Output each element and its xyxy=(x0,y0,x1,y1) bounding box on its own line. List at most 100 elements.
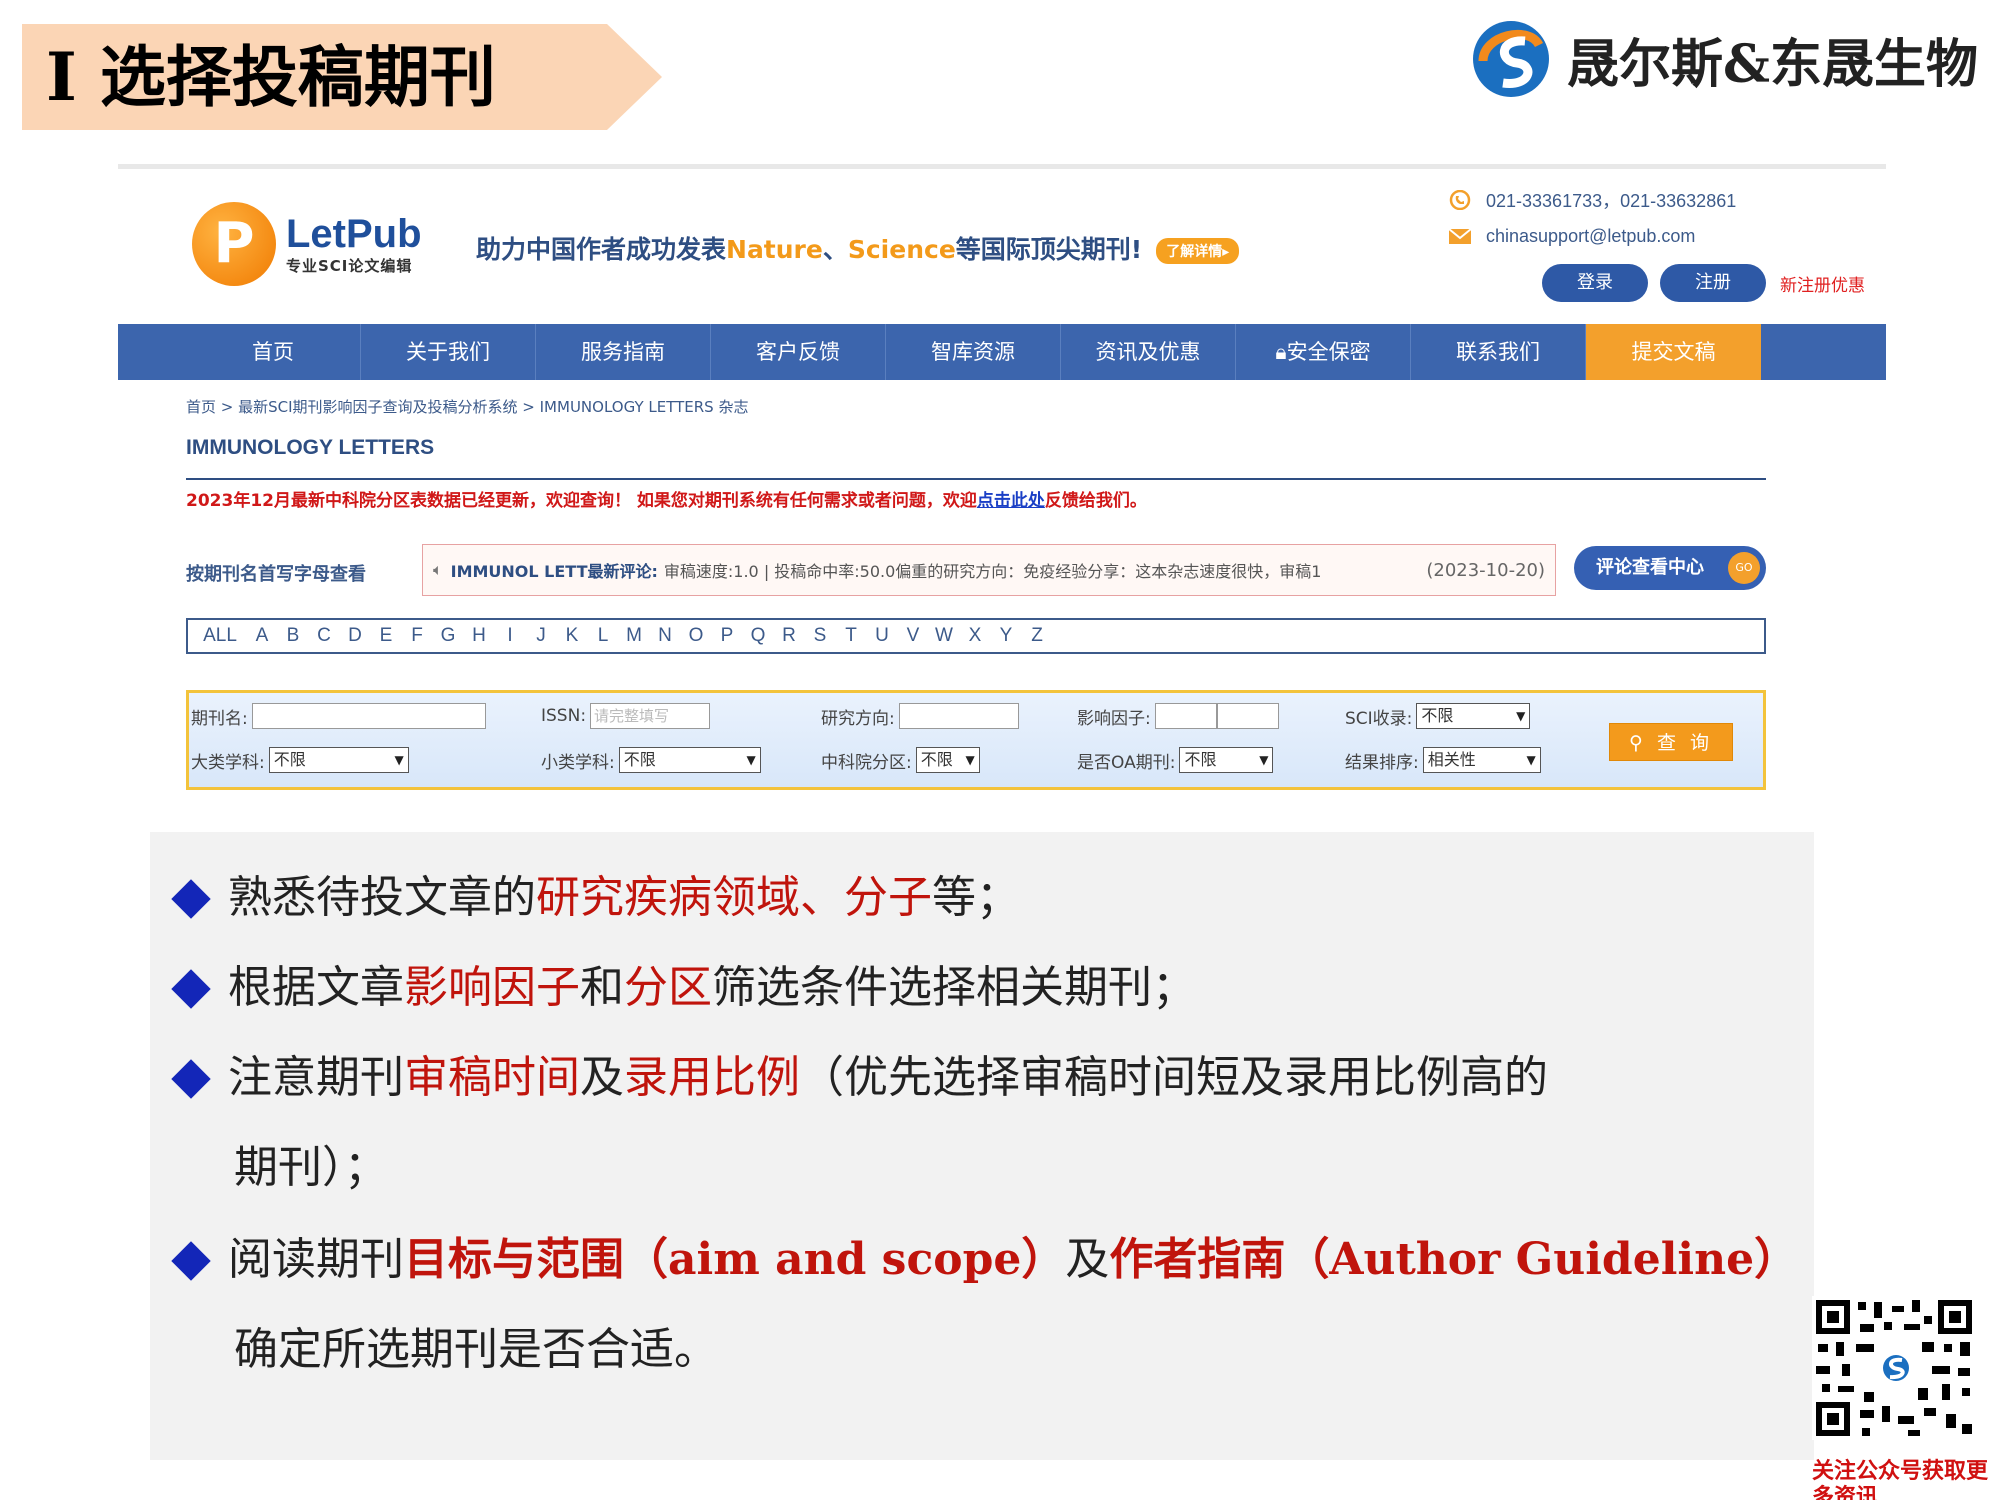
nav-feedback[interactable]: 客户反馈 xyxy=(711,324,886,380)
letpub-logo[interactable]: P LetPub 专业SCI论文编辑 xyxy=(192,202,422,286)
search-button-label: 查 询 xyxy=(1656,732,1713,754)
minor-subject-label: 小类学科: xyxy=(541,752,615,773)
letter-f[interactable]: F xyxy=(406,625,428,647)
alphabet-filter: ALL A B C D E F G H I J K L M N O P Q R … xyxy=(186,618,1766,654)
major-subject-field: 大类学科: 不限 ▼ xyxy=(191,747,409,773)
letter-m[interactable]: M xyxy=(623,625,645,647)
bullet-4-continuation: 确定所选期刊是否合适。 xyxy=(234,1324,718,1375)
research-field: 研究方向: xyxy=(821,703,1019,729)
sort-field: 结果排序: 相关性 ▼ xyxy=(1345,747,1541,773)
letter-i[interactable]: I xyxy=(499,625,521,647)
main-nav: 首页 关于我们 服务指南 客户反馈 智库资源 资讯及优惠 🔒︎安全保密 联系我们… xyxy=(118,324,1886,380)
letter-all[interactable]: ALL xyxy=(198,625,242,647)
notice-part2: 反馈给我们。 xyxy=(1044,491,1147,511)
bullet-4-text-c: 及 xyxy=(1065,1234,1110,1285)
issn-input[interactable]: 请完整填写 xyxy=(590,703,711,729)
register-button[interactable]: 注册 xyxy=(1660,264,1766,302)
chevron-down-icon: ▼ xyxy=(1259,753,1269,767)
slogan-science: Science xyxy=(847,235,956,264)
brand-logo-icon xyxy=(1473,21,1550,97)
update-notice: 2023年12月最新中科院分区表数据已经更新，欢迎查询！ 如果您对期刊系统有任何… xyxy=(186,486,1147,511)
letter-j[interactable]: J xyxy=(530,625,552,647)
notice-feedback-link[interactable]: 点击此处 xyxy=(977,491,1045,511)
nav-home[interactable]: 首页 xyxy=(186,324,361,380)
journal-search-form: 期刊名: ISSN: 请完整填写 研究方向: 影响因子: SCI收录: 不限 ▼ … xyxy=(186,690,1766,790)
letter-q[interactable]: Q xyxy=(747,625,769,647)
letter-t[interactable]: T xyxy=(840,625,862,647)
letter-d[interactable]: D xyxy=(344,625,366,647)
nav-submit[interactable]: 提交文稿 xyxy=(1586,324,1761,380)
sci-select-value: 不限 xyxy=(1421,706,1454,725)
bullet-3-highlight-ratio: 录用比例 xyxy=(624,1052,800,1103)
journal-title: IMMUNOLOGY LETTERS xyxy=(186,436,435,459)
qr-caption: 关注公众号获取更多资讯 xyxy=(1812,1458,1989,1500)
letter-u[interactable]: U xyxy=(871,625,893,647)
breadcrumb[interactable]: 首页 > 最新SCI期刊影响因子查询及投稿分析系统 > IMMUNOLOGY L… xyxy=(186,396,748,417)
contact-phone: 021-33361733，021-33632861 xyxy=(1486,191,1737,211)
nav-contact[interactable]: 联系我们 xyxy=(1411,324,1586,380)
nav-security[interactable]: 🔒︎安全保密 xyxy=(1236,324,1411,380)
letter-h[interactable]: H xyxy=(468,625,490,647)
bullet-1-text-c: 等； xyxy=(932,872,1020,923)
letter-n[interactable]: N xyxy=(654,625,676,647)
letter-z[interactable]: Z xyxy=(1026,625,1048,647)
nav-security-label: 安全保密 xyxy=(1286,340,1371,364)
impact-factor-label: 影响因子: xyxy=(1077,708,1151,729)
chevron-down-icon: ▼ xyxy=(746,753,756,767)
nav-services[interactable]: 服务指南 xyxy=(536,324,711,380)
journal-name-input[interactable] xyxy=(251,703,486,729)
oa-select[interactable]: 不限 ▼ xyxy=(1179,747,1274,773)
letter-w[interactable]: W xyxy=(933,625,955,647)
letter-y[interactable]: Y xyxy=(995,625,1017,647)
search-icon: ⚲ xyxy=(1628,732,1647,754)
letter-a[interactable]: A xyxy=(251,625,273,647)
qr-code-icon[interactable] xyxy=(1812,1296,1976,1440)
sort-select[interactable]: 相关性 ▼ xyxy=(1422,747,1541,773)
letter-e[interactable]: E xyxy=(375,625,397,647)
chevron-down-icon: ▼ xyxy=(965,753,975,767)
contact-email[interactable]: chinasupport@letpub.com xyxy=(1486,226,1695,247)
go-badge: GO xyxy=(1728,552,1760,584)
issn-label: ISSN: xyxy=(541,706,587,726)
letter-v[interactable]: V xyxy=(902,625,924,647)
letter-l[interactable]: L xyxy=(592,625,614,647)
nav-news[interactable]: 资讯及优惠 xyxy=(1061,324,1236,380)
speaker-icon: 🔈︎ xyxy=(433,560,443,579)
bullet-2-text-e: 筛选条件选择相关期刊； xyxy=(712,962,1196,1013)
bullet-3-continuation: 期刊）； xyxy=(234,1142,388,1193)
latest-review-ticker[interactable]: 🔈︎ IMMUNOL LETT最新评论: 审稿速度:1.0 | 投稿命中率:50… xyxy=(422,544,1556,596)
letter-s[interactable]: S xyxy=(809,625,831,647)
letter-k[interactable]: K xyxy=(561,625,583,647)
nav-about[interactable]: 关于我们 xyxy=(361,324,536,380)
minor-subject-select[interactable]: 不限 ▼ xyxy=(618,747,761,773)
letpub-screenshot: P LetPub 专业SCI论文编辑 助力中国作者成功发表Nature、Scie… xyxy=(118,160,1886,800)
letter-x[interactable]: X xyxy=(964,625,986,647)
sort-label: 结果排序: xyxy=(1345,752,1419,773)
letter-r[interactable]: R xyxy=(778,625,800,647)
letpub-logo-name: LetPub xyxy=(286,211,422,256)
major-subject-select[interactable]: 不限 ▼ xyxy=(268,747,409,773)
bullet-4-highlight-guide: 作者指南（Author Guideline） xyxy=(1109,1234,1799,1285)
sci-label: SCI收录: xyxy=(1345,708,1413,729)
letter-b[interactable]: B xyxy=(282,625,304,647)
minor-subject-field: 小类学科: 不限 ▼ xyxy=(541,747,761,773)
learn-more-badge[interactable]: 了解详情▸ xyxy=(1156,238,1240,264)
letter-g[interactable]: G xyxy=(437,625,459,647)
research-field-label: 研究方向: xyxy=(821,708,895,729)
login-button[interactable]: 登录 xyxy=(1542,264,1648,302)
cas-zone-select[interactable]: 不限 ▼ xyxy=(915,747,980,773)
review-center-button[interactable]: 评论查看中心 GO xyxy=(1574,546,1766,590)
sci-select[interactable]: 不限 ▼ xyxy=(1416,703,1531,729)
search-button[interactable]: ⚲ 查 询 xyxy=(1609,723,1733,761)
impact-factor-max-input[interactable] xyxy=(1216,703,1279,729)
research-field-input[interactable] xyxy=(898,703,1019,729)
impact-factor-min-input[interactable] xyxy=(1154,703,1217,729)
letter-p[interactable]: P xyxy=(716,625,738,647)
letter-browse-label: 按期刊名首写字母查看 xyxy=(186,564,366,585)
letter-c[interactable]: C xyxy=(313,625,335,647)
major-subject-value: 不限 xyxy=(273,750,306,769)
minor-subject-value: 不限 xyxy=(623,750,656,769)
register-promo-link[interactable]: 新注册优惠 xyxy=(1780,271,1865,296)
letter-o[interactable]: O xyxy=(685,625,707,647)
nav-resources[interactable]: 智库资源 xyxy=(886,324,1061,380)
